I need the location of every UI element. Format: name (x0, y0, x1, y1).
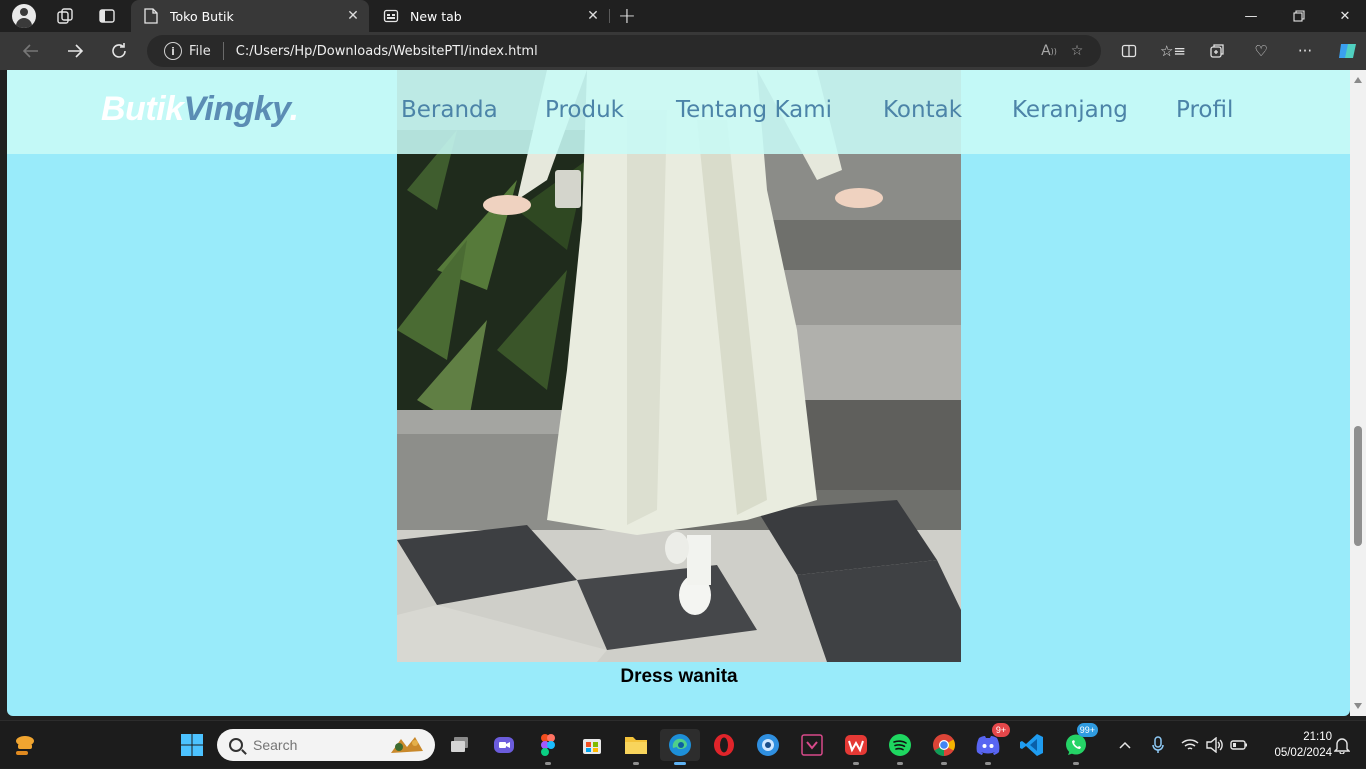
search-input[interactable] (253, 737, 393, 753)
battery-icon[interactable] (1230, 721, 1248, 769)
favorite-star-icon[interactable]: ☆ (1063, 37, 1091, 65)
file-explorer-icon[interactable] (620, 729, 652, 765)
close-tab-icon[interactable]: ✕ (343, 6, 363, 26)
nav-link-produk[interactable]: Produk (545, 97, 624, 123)
page-viewport: Dress wanita ButikVingky. Beranda Produk… (7, 70, 1350, 716)
meet-camera-icon[interactable] (488, 729, 520, 761)
workspaces-icon[interactable] (52, 4, 78, 28)
opera-icon[interactable] (708, 729, 740, 761)
tab-toko-butik[interactable]: Toko Butik ✕ (131, 0, 369, 32)
tab-title: New tab (410, 8, 462, 24)
microsoft-store-icon[interactable] (576, 729, 608, 761)
settings-more-icon[interactable]: ··· (1291, 38, 1319, 64)
search-icon (229, 738, 243, 752)
logo-dot: . (289, 90, 299, 128)
new-tab-page-icon (383, 8, 399, 24)
scrollbar-thumb[interactable] (1354, 426, 1362, 546)
back-icon[interactable] (17, 38, 45, 64)
address-divider (222, 42, 224, 60)
tab-actions-icon[interactable] (94, 4, 120, 28)
photo-editor-icon[interactable] (752, 729, 784, 761)
favorites-icon[interactable]: ☆≡ (1159, 38, 1187, 64)
page-icon (143, 8, 159, 24)
tab-title: Toko Butik (170, 8, 234, 24)
site-info-icon[interactable]: i (164, 42, 182, 60)
volume-icon[interactable] (1206, 721, 1224, 769)
start-windows-icon[interactable] (176, 729, 208, 761)
logo-part-butik: Butik (101, 90, 184, 128)
site-logo[interactable]: ButikVingky. (101, 90, 299, 129)
new-tab-plus-icon[interactable]: + (614, 4, 640, 29)
microphone-icon[interactable] (1152, 721, 1164, 769)
profile-icon[interactable] (11, 4, 37, 28)
nav-link-beranda[interactable]: Beranda (401, 97, 498, 123)
system-clock[interactable]: 21:10 05/02/2024 (1260, 729, 1332, 761)
product-caption: Dress wanita (620, 666, 738, 687)
wps-office-icon[interactable] (840, 729, 872, 765)
window-close-icon[interactable]: ✕ (1322, 0, 1366, 32)
logo-part-vingky: Vingky (183, 90, 290, 128)
edge-browser-icon[interactable] (660, 729, 700, 765)
address-bar[interactable]: i File C:/Users/Hp/Downloads/WebsitePTI/… (147, 35, 1101, 67)
chrome-icon[interactable] (928, 729, 960, 765)
close-tab-icon[interactable]: ✕ (583, 6, 603, 26)
nav-link-profil[interactable]: Profil (1176, 97, 1233, 123)
whatsapp-badge: 99+ (1076, 723, 1098, 737)
whatsapp-icon[interactable]: 99+ (1060, 723, 1098, 765)
show-hidden-icons-chevron-icon[interactable] (1118, 721, 1132, 769)
clock-date: 05/02/2024 (1274, 747, 1332, 759)
figma-icon[interactable] (532, 729, 564, 765)
browser-tab-bar: Toko Butik ✕ New tab ✕ + — ✕ (0, 0, 1366, 32)
windows-taskbar: 9+ 99+ 21:10 05/02/2024 (0, 720, 1366, 768)
nav-link-tentang-kami[interactable]: Tentang Kami (676, 97, 832, 123)
collections-icon[interactable] (1203, 38, 1231, 64)
browser-toolbar: i File C:/Users/Hp/Downloads/WebsitePTI/… (0, 32, 1366, 70)
search-highlight-icon (387, 733, 427, 761)
nav-link-keranjang[interactable]: Keranjang (1012, 97, 1128, 123)
widgets-weather-icon[interactable] (8, 729, 40, 761)
url-text[interactable]: C:/Users/Hp/Downloads/WebsitePTI/index.h… (236, 44, 1035, 59)
product-image[interactable] (397, 70, 961, 662)
discord-badge: 9+ (992, 723, 1010, 737)
video-editor-icon[interactable] (796, 729, 828, 761)
discord-icon[interactable]: 9+ (972, 723, 1010, 765)
browser-essentials-icon[interactable]: ♡ (1247, 38, 1275, 64)
minimize-icon[interactable]: — (1228, 0, 1274, 32)
read-aloud-icon[interactable]: A)) (1035, 37, 1063, 65)
notification-bell-icon[interactable] (1334, 721, 1350, 769)
forward-icon[interactable] (61, 38, 89, 64)
page-scrollbar[interactable] (1350, 70, 1366, 716)
tab-new-tab[interactable]: New tab ✕ (371, 0, 609, 32)
spotify-icon[interactable] (884, 729, 916, 765)
tab-separator (609, 9, 610, 23)
copilot-icon[interactable] (1334, 38, 1362, 64)
vscode-icon[interactable] (1016, 729, 1048, 761)
taskbar-search[interactable] (217, 729, 435, 761)
scheme-label: File (189, 43, 211, 59)
restore-icon[interactable] (1276, 0, 1322, 32)
scroll-down-arrow-icon[interactable] (1354, 703, 1362, 709)
task-view-icon[interactable] (444, 729, 476, 761)
scroll-up-arrow-icon[interactable] (1354, 77, 1362, 83)
wifi-icon[interactable] (1181, 721, 1199, 769)
clock-time: 21:10 (1303, 731, 1332, 743)
split-screen-icon[interactable] (1115, 38, 1143, 64)
nav-link-kontak[interactable]: Kontak (883, 97, 962, 123)
site-navbar: ButikVingky. Beranda Produk Tentang Kami… (7, 70, 1350, 154)
refresh-icon[interactable] (105, 38, 133, 64)
